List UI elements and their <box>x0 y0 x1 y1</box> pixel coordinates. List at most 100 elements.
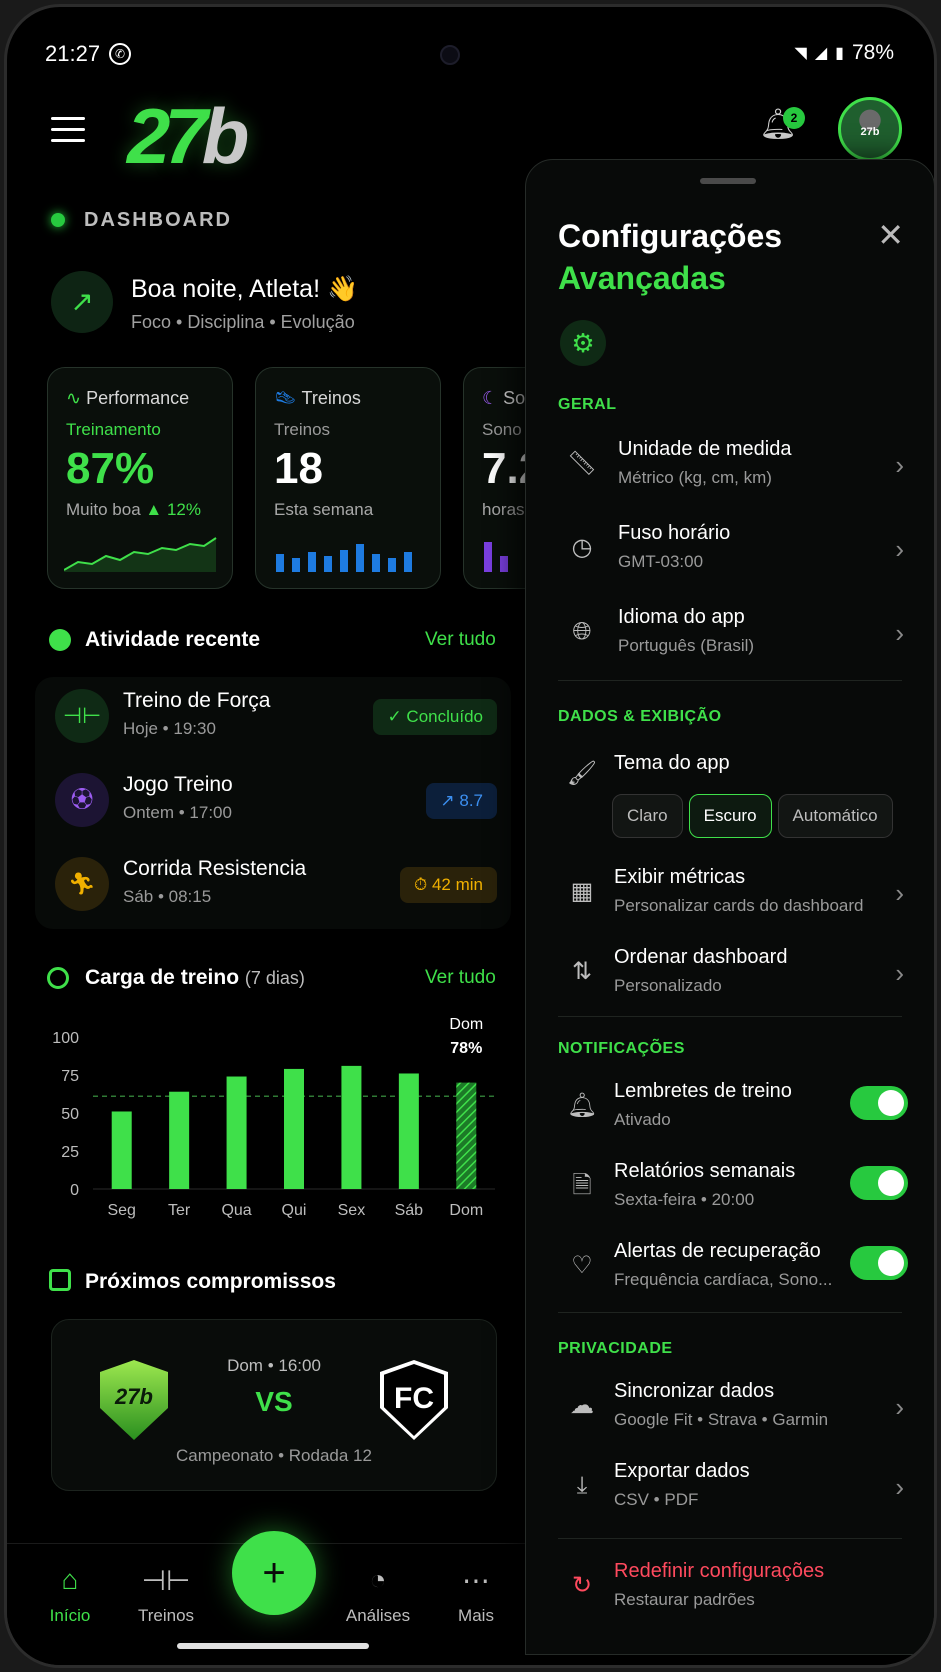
chart-bar <box>169 1091 190 1189</box>
setting-label: Lembretes de treino <box>614 1080 792 1102</box>
status-time: 21:27 <box>45 41 101 66</box>
setting-value: Google Fit • Strava • Garmin <box>614 1410 829 1429</box>
sleep-card-label: Sono <box>482 420 522 439</box>
workouts-card-header: 👟︎ Treinos <box>274 388 361 408</box>
setting-sync[interactable]: ☁ Sincronizar dados Google Fit • Strava … <box>558 1374 908 1444</box>
chart-bar <box>226 1076 247 1189</box>
add-button[interactable]: + <box>232 1531 316 1615</box>
rating-badge: ↗ 8.7 <box>426 783 497 819</box>
y-tick-label: 0 <box>70 1182 79 1199</box>
theme-option-dark[interactable]: Escuro <box>688 794 772 838</box>
avatar[interactable]: 27b <box>838 97 902 161</box>
theme-selector: Claro Escuro Automático <box>612 794 893 838</box>
x-tick-label: Sáb <box>395 1202 424 1219</box>
setting-label: Unidade de medida <box>618 438 792 460</box>
clock-icon: ◷ <box>571 534 593 561</box>
setting-unit[interactable]: 📏︎ Unidade de medida Métrico (kg, cm, km… <box>558 432 908 502</box>
nav-label: Mais <box>458 1606 494 1625</box>
setting-timezone[interactable]: ◷ Fuso horário GMT-03:00 › <box>558 516 908 586</box>
chart-bar <box>341 1065 362 1189</box>
status-badge: ✓ Concluído <box>373 699 497 735</box>
away-team-name: FC <box>394 1382 434 1415</box>
activity-name: Jogo Treino <box>123 773 233 796</box>
nav-item-more[interactable]: ⋯ Mais <box>431 1564 521 1626</box>
battery-level: 78% <box>851 41 894 64</box>
running-icon: 🏃︎ <box>55 857 109 911</box>
grid-icon: ▦ <box>570 878 594 905</box>
performance-card[interactable]: ∿ Performance Treinamento 87% Muito boa … <box>47 367 233 589</box>
setting-language[interactable]: 🌐︎ Idioma do app Português (Brasil) › <box>558 600 908 670</box>
globe-icon: 🌐︎ <box>572 618 592 645</box>
list-item[interactable]: 🏃︎ Corrida Resistencia Sáb • 08:15 ⏱ 42 … <box>35 845 511 927</box>
setting-label: Alertas de recuperação <box>614 1240 821 1262</box>
away-team-crest: FC <box>380 1360 448 1440</box>
load-see-all-link[interactable]: Ver tudo <box>425 967 496 989</box>
settings-title: Configurações <box>558 218 783 254</box>
download-icon: ⤓ <box>576 1472 588 1499</box>
nav-label: Início <box>49 1606 91 1625</box>
setting-metrics[interactable]: ▦ Exibir métricas Personalizar cards do … <box>558 860 908 930</box>
activity-see-all-link[interactable]: Ver tudo <box>425 629 496 651</box>
signal-icon: ◢ <box>814 45 828 62</box>
list-item[interactable]: ⊣⊢ Treino de Força Hoje • 19:30 ✓ Conclu… <box>35 677 511 759</box>
chart-bar <box>111 1111 132 1189</box>
nav-item-workouts[interactable]: ⊣⊢ Treinos <box>121 1564 211 1626</box>
theme-option-auto[interactable]: Automático <box>777 794 893 838</box>
match-competition: Campeonato • Rodada 12 <box>176 1446 372 1465</box>
list-item[interactable]: ⚽︎ Jogo Treino Ontem • 17:00 ↗ 8.7 <box>35 761 511 843</box>
home-indicator <box>177 1643 369 1649</box>
close-icon[interactable]: ✕ <box>877 216 904 254</box>
nav-item-analytics[interactable]: ◔ Análises <box>333 1564 423 1626</box>
setting-label: Tema do app <box>614 752 730 774</box>
setting-value: Personalizar cards do dashboard <box>614 896 864 915</box>
chevron-right-icon: › <box>895 534 904 564</box>
setting-label: Fuso horário <box>618 522 731 544</box>
performance-delta: ▲ 12% <box>145 500 201 519</box>
reset-settings-button[interactable]: ↻ Redefinir configurações Restaurar padr… <box>558 1554 908 1624</box>
ruler-icon: 📏︎ <box>566 450 598 477</box>
chart-bar <box>398 1073 419 1189</box>
y-tick-label: 100 <box>52 1030 79 1047</box>
activity-name: Treino de Força <box>123 689 271 712</box>
setting-order[interactable]: ⇅ Ordenar dashboard Personalizado › <box>558 940 908 1010</box>
setting-value: CSV • PDF <box>614 1490 699 1509</box>
setting-label: Redefinir configurações <box>614 1560 825 1582</box>
load-clock-icon <box>47 967 69 989</box>
workouts-card[interactable]: 👟︎ Treinos Treinos 18 Esta semana <box>255 367 441 589</box>
setting-label: Exportar dados <box>614 1460 750 1482</box>
match-card[interactable]: 27b Dom • 16:00 VS FC Campeonato • Rodad… <box>51 1319 497 1491</box>
drag-handle[interactable] <box>700 178 756 184</box>
chevron-right-icon: › <box>895 958 904 988</box>
activity-title: Atividade recente <box>85 628 261 651</box>
workouts-mini-bars <box>276 544 412 572</box>
performance-card-header: ∿ Performance <box>66 388 190 408</box>
sort-arrows-icon: ⇅ <box>571 958 593 985</box>
clock-icon <box>49 629 71 651</box>
setting-value: Métrico (kg, cm, km) <box>618 468 772 487</box>
setting-label: Exibir métricas <box>614 866 746 888</box>
setting-value: GMT-03:00 <box>618 552 704 571</box>
x-tick-label: Qua <box>221 1202 251 1219</box>
performance-card-label: Treinamento <box>66 420 161 439</box>
dashboard-label: DASHBOARD <box>84 209 232 231</box>
reminders-toggle[interactable] <box>850 1086 908 1120</box>
setting-label: Idioma do app <box>618 606 745 628</box>
nav-item-home[interactable]: ⌂ Início <box>25 1564 115 1626</box>
settings-subtitle: Avançadas <box>558 260 726 296</box>
setting-export[interactable]: ⤓ Exportar dados CSV • PDF › <box>558 1454 908 1524</box>
recovery-toggle[interactable] <box>850 1246 908 1280</box>
document-icon: 🗎 <box>572 1172 592 1199</box>
section-privacy: PRIVACIDADE <box>558 1340 673 1357</box>
trend-chart-icon: ↗ <box>51 271 113 333</box>
setting-theme: 🖌︎ Tema do app Claro Escuro Automático <box>558 746 908 856</box>
nav-label: Análises <box>345 1606 411 1625</box>
theme-option-light[interactable]: Claro <box>612 794 683 838</box>
setting-value: Frequência cardíaca, Sono... <box>614 1270 833 1289</box>
setting-value: Sexta-feira • 20:00 <box>614 1190 755 1209</box>
chevron-right-icon: › <box>895 878 904 908</box>
reports-toggle[interactable] <box>850 1166 908 1200</box>
bell-icon: 🔔︎ <box>566 1092 598 1119</box>
cloud-sync-icon: ☁ <box>570 1392 594 1419</box>
avatar-label: 27b <box>860 126 880 138</box>
hamburger-menu-icon[interactable] <box>51 117 85 143</box>
